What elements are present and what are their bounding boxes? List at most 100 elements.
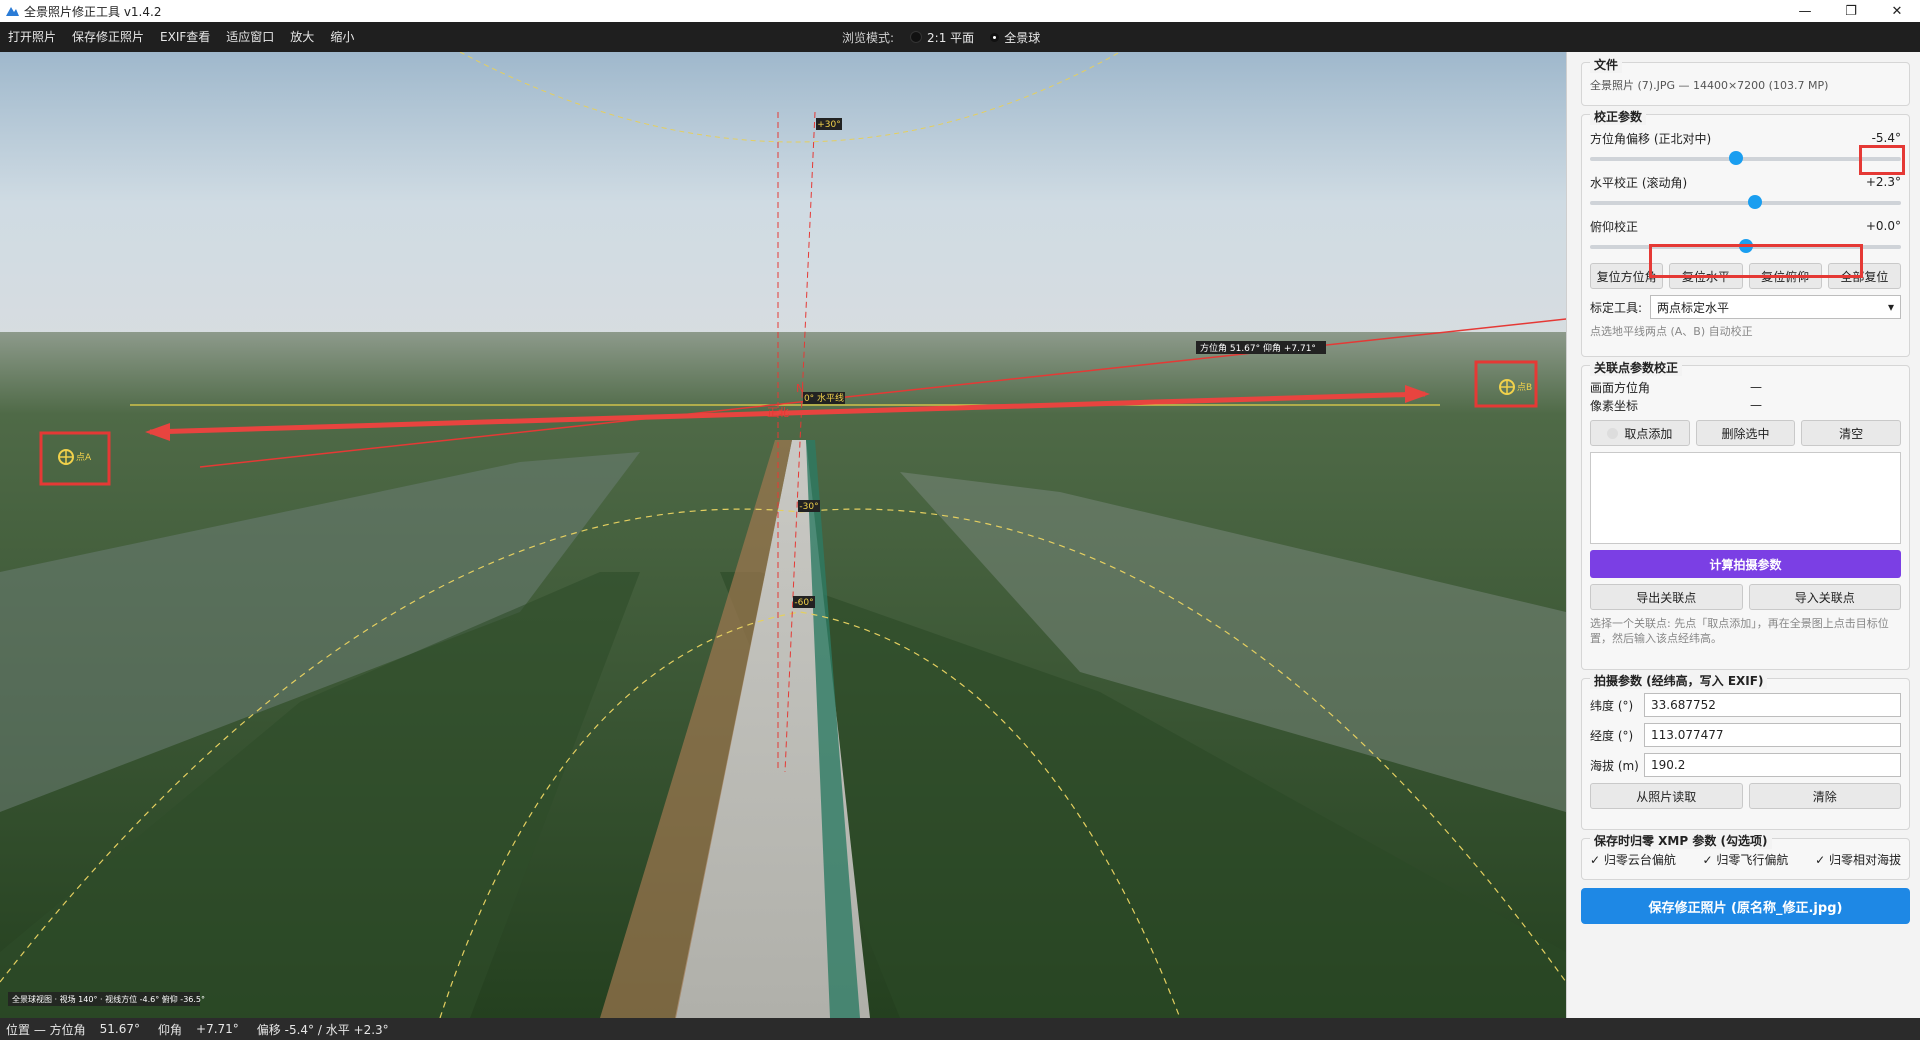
group-file: 文件 全景照片 (7).JPG — 14400×7200 (103.7 MP): [1581, 56, 1910, 106]
panorama-canvas[interactable]: +30° 0° 水平线 -30° -60° N 正北 方位角 51.67° 仰角…: [0, 52, 1566, 1018]
svg-text:点B: 点B: [1517, 382, 1532, 393]
azimuth-value: -5.4°: [1871, 131, 1901, 145]
slider-knob[interactable]: [1729, 151, 1744, 165]
highlight-roll-value: [1859, 145, 1905, 175]
file-info: 全景照片 (7).JPG — 14400×7200 (103.7 MP): [1590, 79, 1829, 92]
lat-input[interactable]: 33.687752: [1644, 693, 1901, 717]
radio-dot-selected-icon: [990, 32, 1000, 42]
lat-field-row: 纬度 (°) 33.687752: [1590, 693, 1901, 717]
io-buttons: 导出关联点 导入关联点: [1590, 584, 1901, 610]
status-elev-label: 仰角: [158, 1022, 183, 1037]
delete-selected-button[interactable]: 删除选中: [1695, 420, 1796, 446]
tool-hint: 点选地平线两点 (A、B) 自动校正: [1590, 325, 1753, 338]
chevron-down-icon: ▾: [1887, 300, 1894, 314]
azimuth-label: 方位角偏移 (正北对中): [1590, 131, 1712, 146]
group-xmp-title: 保存时归零 XMP 参数 (勾选项): [1590, 832, 1772, 849]
tool-label: 标定工具:: [1590, 300, 1643, 315]
check-relative-alt[interactable]: ✓ 归零相对海拔: [1815, 851, 1901, 868]
tool-select[interactable]: 两点标定水平 ▾: [1650, 295, 1901, 319]
alt-input[interactable]: 190.2: [1644, 753, 1901, 777]
panorama-viewer[interactable]: +30° 0° 水平线 -30° -60° N 正北 方位角 51.67° 仰角…: [0, 52, 1566, 1018]
status-offset: 偏移 -5.4° / 水平 +2.3°: [256, 1022, 389, 1037]
read-from-photo-button[interactable]: 从照片读取: [1590, 783, 1743, 809]
compute-button[interactable]: 计算拍摄参数: [1590, 550, 1901, 578]
import-points-button[interactable]: 导入关联点: [1748, 584, 1901, 610]
lon-input[interactable]: 113.077477: [1644, 723, 1901, 747]
highlight-tool-select: [1649, 244, 1863, 278]
menu-exif[interactable]: EXIF查看: [152, 22, 218, 52]
lat-label: 纬度 (°): [1590, 698, 1634, 713]
menu-zoom-out[interactable]: 缩小: [322, 22, 362, 52]
group-correction-title: 校正参数: [1590, 108, 1647, 125]
clear-coords-button[interactable]: 清除: [1748, 783, 1901, 809]
roll-slider[interactable]: [1590, 191, 1901, 213]
clear-points-button[interactable]: 清空: [1801, 420, 1902, 446]
xmp-checks: ✓ 归零云台偏航 ✓ 归零飞行偏航 ✓ 归零相对海拔: [1590, 851, 1901, 868]
checkmark-icon: ✓: [1815, 853, 1829, 867]
pitch-label: 俯仰校正: [1590, 219, 1639, 234]
lon-label: 经度 (°): [1590, 728, 1634, 743]
label-horizon: 0° 水平线: [803, 392, 845, 404]
check-gimbal-yaw-label: 归零云台偏航: [1603, 853, 1676, 867]
pick-point-button[interactable]: 取点添加: [1590, 420, 1690, 446]
menu-save[interactable]: 保存修正照片: [64, 22, 152, 52]
radio-sphere[interactable]: 全景球: [990, 29, 1040, 46]
title-bar: 全景照片修正工具 v1.4.2 — ❐ ✕: [0, 0, 1920, 22]
window-title: 全景照片修正工具 v1.4.2: [24, 4, 162, 19]
tool-select-value: 两点标定水平: [1657, 300, 1730, 315]
group-shoot-title: 拍摄参数 (经纬高，写入 EXIF): [1590, 672, 1768, 689]
app-icon: [6, 7, 19, 16]
side-panel: 文件 全景照片 (7).JPG — 14400×7200 (103.7 MP) …: [1566, 52, 1920, 1018]
svg-text:-30°: -30°: [799, 502, 818, 512]
minimize-icon[interactable]: —: [1782, 0, 1828, 22]
check-flight-yaw-label: 归零飞行偏航: [1716, 853, 1789, 867]
check-relative-alt-label: 归零相对海拔: [1828, 853, 1901, 867]
save-corrected-button[interactable]: 保存修正照片 (原名称_修正.jpg): [1581, 888, 1910, 924]
tool-row: 标定工具: 两点标定水平 ▾: [1590, 295, 1901, 319]
cursor-info: 方位角 51.67° 仰角 +7.71°: [1196, 341, 1326, 354]
check-flight-yaw[interactable]: ✓ 归零飞行偏航: [1703, 851, 1789, 868]
slider-knob[interactable]: [1747, 195, 1762, 209]
roll-value: +2.3°: [1865, 175, 1901, 189]
restore-icon[interactable]: ❐: [1828, 0, 1874, 22]
alt-field-row: 海拔 (m) 190.2: [1590, 753, 1901, 777]
pick-point-label: 取点添加: [1624, 426, 1673, 441]
view-mode-group: 浏览模式: 2:1 平面 全景球: [842, 22, 1040, 52]
label-m60: -60°: [793, 596, 815, 608]
group-file-title: 文件: [1590, 56, 1623, 73]
menu-zoom-in[interactable]: 放大: [282, 22, 322, 52]
screen-az-label: 画面方位角: [1590, 380, 1651, 395]
roll-label: 水平校正 (滚动角): [1590, 175, 1688, 190]
alt-label: 海拔 (m): [1590, 758, 1639, 773]
menu-open[interactable]: 打开照片: [0, 22, 64, 52]
status-elevation: +7.71°: [196, 1022, 239, 1036]
svg-text:+30°: +30°: [817, 120, 841, 130]
menu-bar: 打开照片 保存修正照片 EXIF查看 适应窗口 放大 缩小 浏览模式: 2:1 …: [0, 22, 1920, 52]
group-linkpoints-title: 关联点参数校正: [1590, 359, 1683, 376]
linkpoint-buttons: 取点添加 删除选中 清空: [1590, 420, 1902, 446]
svg-text:方位角 51.67° 仰角 +7.71°: 方位角 51.67° 仰角 +7.71°: [1200, 342, 1316, 354]
pixel-value: —: [1750, 398, 1762, 412]
label-p30: +30°: [816, 118, 842, 130]
close-icon[interactable]: ✕: [1874, 0, 1920, 22]
export-points-button[interactable]: 导出关联点: [1590, 584, 1743, 610]
menu-fit[interactable]: 适应窗口: [218, 22, 282, 52]
lon-field-row: 经度 (°) 113.077477: [1590, 723, 1901, 747]
checkmark-icon: ✓: [1590, 853, 1604, 867]
linkpoint-list[interactable]: [1590, 452, 1901, 544]
north-label: 正北: [767, 406, 789, 419]
radio-dot-icon: [1607, 427, 1619, 439]
pixel-label: 像素坐标: [1590, 398, 1639, 413]
roll-row: 水平校正 (滚动角) +2.3°: [1590, 173, 1901, 191]
status-azimuth: 51.67°: [99, 1022, 140, 1036]
pitch-row: 俯仰校正 +0.0°: [1590, 217, 1901, 235]
svg-text:-60°: -60°: [794, 598, 813, 608]
corner-info: 全景球视图 · 视场 140° · 视线方位 -4.6° 俯仰 -36.5°: [8, 992, 205, 1006]
linkpoint-hint: 选择一个关联点: 先点「取点添加」，再在全景图上点击目标位置，然后输入该点经纬高…: [1590, 617, 1889, 645]
radio-flat[interactable]: 2:1 平面: [910, 29, 974, 46]
check-gimbal-yaw[interactable]: ✓ 归零云台偏航: [1590, 851, 1676, 868]
azimuth-slider[interactable]: [1590, 147, 1901, 169]
label-m30: -30°: [798, 500, 820, 512]
shoot-buttons: 从照片读取 清除: [1590, 783, 1901, 809]
checkmark-icon: ✓: [1702, 853, 1717, 867]
